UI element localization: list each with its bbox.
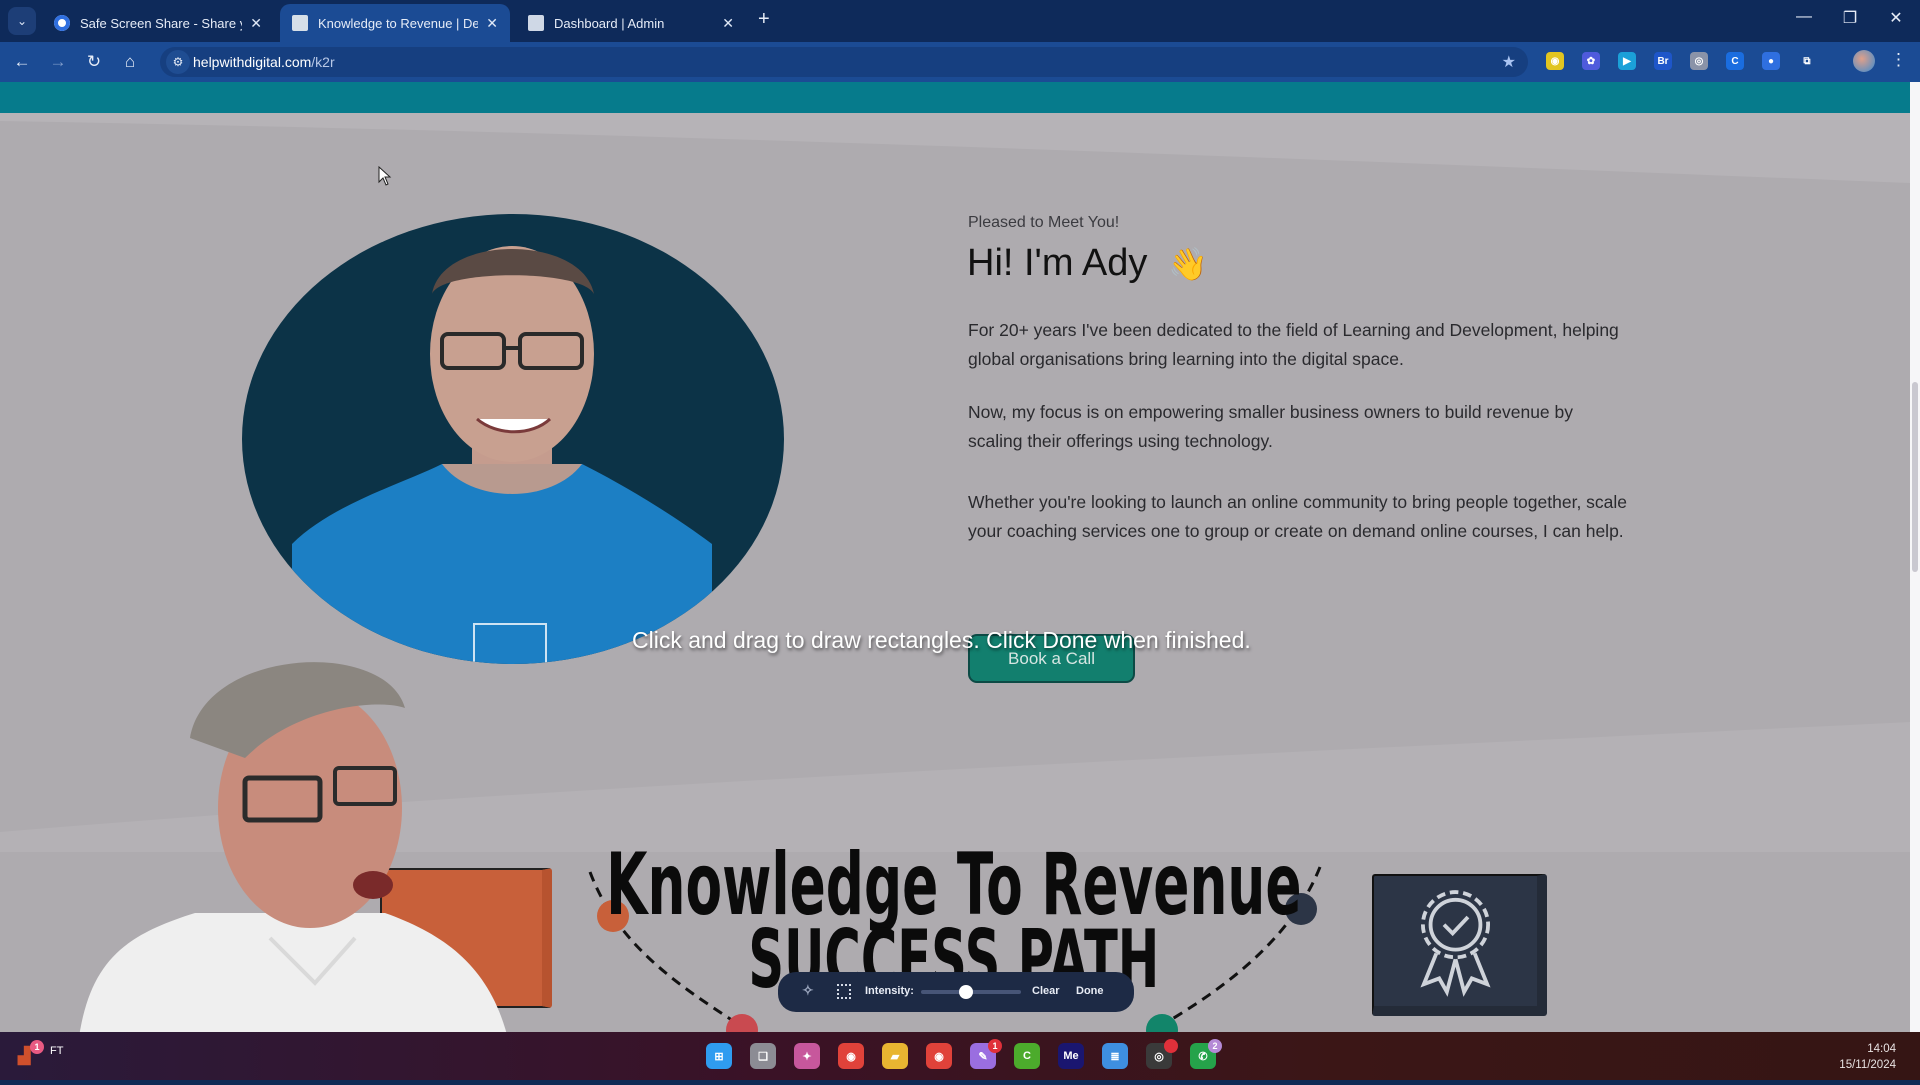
presenter-video bbox=[75, 662, 515, 1080]
site-info-icon[interactable]: ⚙ bbox=[166, 50, 190, 74]
notepad-icon[interactable]: ≣ bbox=[1102, 1043, 1128, 1069]
home-button[interactable]: ⌂ bbox=[118, 52, 142, 72]
page-scrollbar[interactable] bbox=[1910, 82, 1920, 1032]
tab-search-button[interactable]: ⌄ bbox=[8, 7, 36, 35]
flower-extension-icon[interactable]: ✿ bbox=[1582, 52, 1600, 70]
system-clock[interactable]: 14:04 15/11/2024 bbox=[1839, 1041, 1896, 1073]
intro-headline: Hi! I'm Ady 👋 bbox=[967, 242, 1208, 285]
reload-button[interactable]: ↻ bbox=[82, 52, 106, 72]
intensity-slider[interactable] bbox=[921, 985, 1021, 999]
windows-taskbar bbox=[0, 1032, 1920, 1080]
droplet-icon bbox=[54, 15, 70, 31]
bookmark-star-icon[interactable]: ★ bbox=[1502, 52, 1516, 72]
new-tab-button[interactable]: + bbox=[758, 8, 770, 31]
mouse-cursor-icon bbox=[378, 166, 392, 186]
header-band bbox=[0, 82, 1910, 113]
copilot-icon[interactable]: ✦ bbox=[794, 1043, 820, 1069]
tab-strip: ⌄ Safe Screen Share - Share your ✕ Knowl… bbox=[0, 0, 1920, 42]
intensity-label: Intensity: bbox=[865, 985, 914, 997]
url-path: /k2r bbox=[311, 54, 335, 70]
tab-dashboard-admin[interactable]: Dashboard | Admin ✕ bbox=[516, 4, 746, 42]
intensity-slider-knob[interactable] bbox=[959, 985, 973, 999]
chrome-icon[interactable]: ◉ bbox=[838, 1043, 864, 1069]
award-badge-icon bbox=[1420, 890, 1491, 997]
rectangle-tool-icon[interactable] bbox=[837, 984, 851, 999]
path-dot-red bbox=[726, 1014, 758, 1032]
audio-extension-icon[interactable]: ◉ bbox=[1546, 52, 1564, 70]
scrollbar-thumb[interactable] bbox=[1912, 382, 1918, 572]
forward-button[interactable]: → bbox=[46, 52, 70, 72]
headline-text: Hi! I'm Ady bbox=[967, 242, 1148, 284]
refresh-extension-icon[interactable]: C bbox=[1726, 52, 1744, 70]
tab-knowledge-to-revenue[interactable]: Knowledge to Revenue | Design ✕ bbox=[280, 4, 510, 42]
intro-paragraph-2: Now, my focus is on empowering smaller b… bbox=[968, 402, 1574, 451]
pointer-tool-icon[interactable]: ✧ bbox=[802, 982, 814, 999]
section-divider-wave bbox=[0, 113, 1910, 183]
intro-eyebrow: Pleased to Meet You! bbox=[968, 214, 1120, 231]
done-button[interactable]: Done bbox=[1076, 985, 1104, 997]
close-window-button[interactable]: ✕ bbox=[1876, 8, 1916, 28]
bridge-extension-icon[interactable]: Br bbox=[1654, 52, 1672, 70]
file-explorer-icon[interactable]: ▰ bbox=[882, 1043, 908, 1069]
navy-step-box bbox=[1372, 874, 1547, 1016]
task-view-icon[interactable]: ❏ bbox=[750, 1043, 776, 1069]
url-host: helpwithdigital.com bbox=[193, 54, 312, 70]
obs-badge bbox=[1164, 1039, 1178, 1053]
tab-safe-screen-share[interactable]: Safe Screen Share - Share your ✕ bbox=[42, 4, 274, 42]
play-extension-icon[interactable]: ▶ bbox=[1618, 52, 1636, 70]
minimize-button[interactable]: — bbox=[1784, 8, 1824, 26]
restore-button[interactable]: ❐ bbox=[1830, 8, 1870, 28]
clock-time: 14:04 bbox=[1867, 1043, 1896, 1055]
site-icon bbox=[292, 15, 308, 31]
close-tab-icon[interactable]: ✕ bbox=[722, 15, 734, 32]
chrome-active-icon[interactable]: ◉ bbox=[926, 1043, 952, 1069]
profile-avatar[interactable] bbox=[1853, 50, 1875, 72]
tab-title: Knowledge to Revenue | Design bbox=[318, 15, 479, 31]
back-button[interactable]: ← bbox=[10, 52, 34, 72]
tab-title: Dashboard | Admin bbox=[554, 15, 665, 31]
tray-app-label: FT bbox=[50, 1045, 64, 1057]
profile-portrait bbox=[242, 214, 784, 664]
webcam-overlay bbox=[55, 638, 525, 1080]
browser-menu-icon[interactable]: ⋮ bbox=[1890, 50, 1907, 70]
close-tab-icon[interactable]: ✕ bbox=[250, 15, 262, 32]
puzzle-extensions-icon[interactable]: ⧉ bbox=[1798, 52, 1816, 70]
tray-app-badge: 1 bbox=[30, 1040, 44, 1054]
intro-paragraph-3: Whether you're looking to launch an onli… bbox=[968, 492, 1628, 541]
media-encoder-icon[interactable]: Me bbox=[1058, 1043, 1084, 1069]
url-text[interactable]: helpwithdigital.com/k2r bbox=[193, 54, 335, 70]
annotation-toolbar: ✧ Intensity: Clear Done bbox=[778, 972, 1134, 1012]
portrait-illustration bbox=[292, 246, 712, 664]
intro-paragraph-1: For 20+ years I've been dedicated to the… bbox=[968, 320, 1619, 369]
address-bar[interactable]: ⚙ helpwithdigital.com/k2r ★ bbox=[160, 47, 1528, 77]
close-tab-icon[interactable]: ✕ bbox=[486, 15, 498, 32]
droplet-extension-icon[interactable]: ● bbox=[1762, 52, 1780, 70]
chevron-down-icon: ⌄ bbox=[16, 14, 28, 28]
whatsapp-badge: 2 bbox=[1208, 1039, 1222, 1053]
waving-hand-icon: 👋 bbox=[1167, 246, 1208, 282]
monitor-icon bbox=[528, 15, 544, 31]
paint-badge: 1 bbox=[988, 1039, 1002, 1053]
tab-title: Safe Screen Share - Share your bbox=[80, 15, 242, 31]
clock-date: 15/11/2024 bbox=[1839, 1059, 1896, 1071]
start-icon[interactable]: ⊞ bbox=[706, 1043, 732, 1069]
clear-button[interactable]: Clear bbox=[1032, 985, 1060, 997]
camera-extension-icon[interactable]: ◎ bbox=[1690, 52, 1708, 70]
camtasia-icon[interactable]: C bbox=[1014, 1043, 1040, 1069]
annotation-hint: Click and drag to draw rectangles. Click… bbox=[632, 627, 1251, 653]
